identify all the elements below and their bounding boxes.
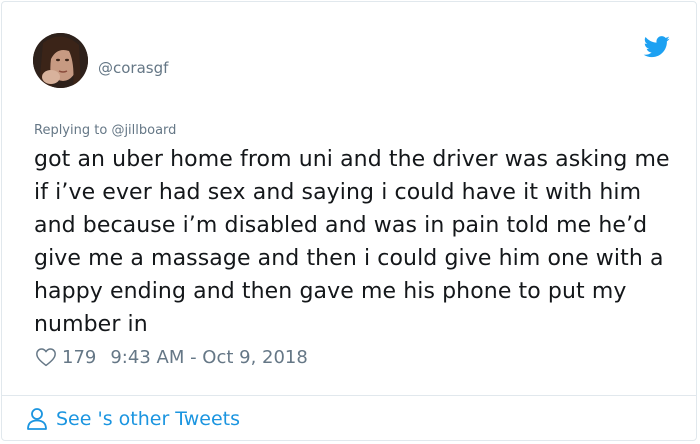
heart-icon[interactable] [35,346,57,368]
tweet-text: got an uber home from uni and the driver… [34,147,670,337]
see-other-tweets-link[interactable]: See 's other Tweets [26,407,240,431]
avatar-photo [33,33,88,88]
reply-context: Replying to @jillboard [34,123,176,138]
tweet-card: @corasgf Replying to @jillboard got an u… [1,1,697,441]
see-other-tweets-label: See 's other Tweets [56,408,241,430]
twitter-bird-icon[interactable] [643,36,671,58]
footer-divider [2,395,696,396]
reply-mention-link[interactable]: @jillboard [111,123,176,138]
like-count[interactable]: 179 [62,347,96,368]
tweet-timestamp[interactable]: 9:43 AM - Oct 9, 2018 [110,347,307,368]
user-handle[interactable]: @corasgf [98,59,168,77]
avatar[interactable] [33,33,88,88]
reply-prefix: Replying to [34,123,112,138]
tweet-meta: 179 9:43 AM - Oct 9, 2018 [35,345,308,369]
person-icon [27,408,47,430]
